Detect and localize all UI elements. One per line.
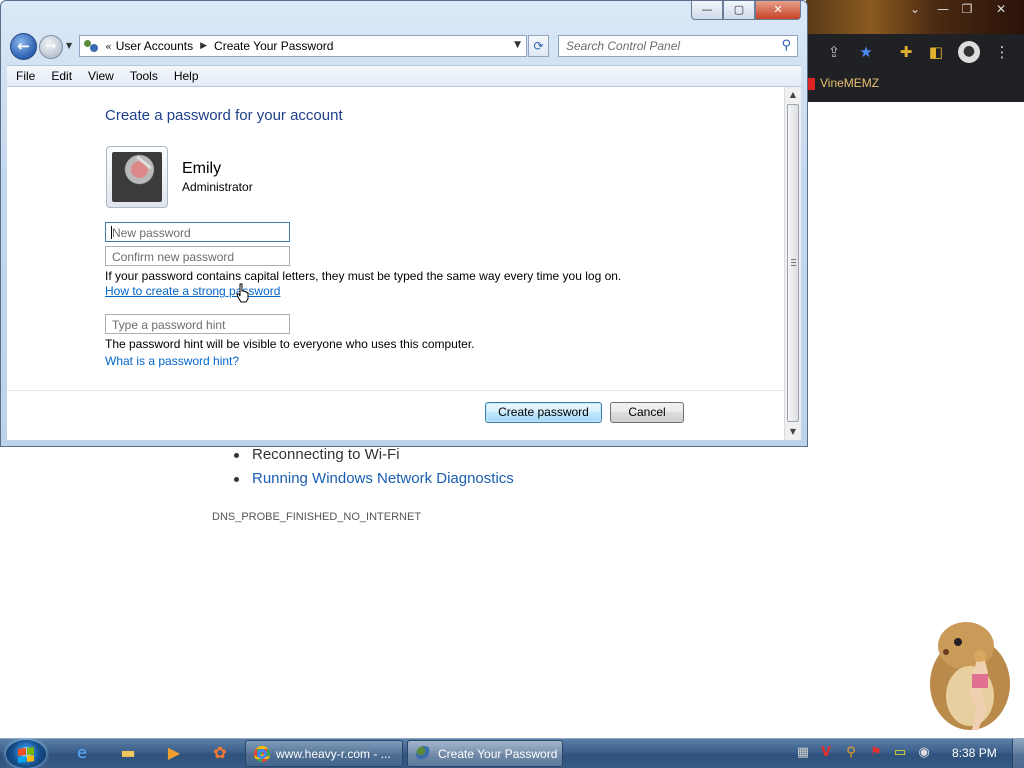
tray-battery-icon[interactable]: ▭ <box>892 745 908 761</box>
browser-close-button[interactable]: ✕ <box>990 2 1012 16</box>
taskbar-item-browser[interactable]: www.heavy-r.com - ... <box>245 740 403 767</box>
strong-password-link[interactable]: How to create a strong password <box>105 284 280 298</box>
breadcrumb-create-your-password[interactable]: Create Your Password <box>214 39 333 53</box>
media-player-icon[interactable]: ▶ <box>162 742 186 764</box>
list-item: Reconnecting to Wi-Fi <box>232 446 514 470</box>
file-explorer-icon[interactable]: ▬ <box>116 742 140 764</box>
profile-avatar-icon[interactable]: ● <box>958 41 980 63</box>
browser-restore-button[interactable]: ❐ <box>956 2 978 16</box>
breadcrumb-user-accounts[interactable]: User Accounts <box>116 39 193 53</box>
address-dropdown-icon[interactable]: ▼ <box>514 40 521 50</box>
browser-minimize-button[interactable]: — <box>932 2 954 16</box>
caps-note: If your password contains capital letter… <box>105 269 622 283</box>
vertical-scrollbar[interactable]: ▲ ▼ <box>784 87 801 440</box>
bookmark-favicon-icon <box>808 78 815 90</box>
show-desktop-button[interactable] <box>1012 739 1024 768</box>
create-password-button[interactable]: Create password <box>485 402 602 423</box>
password-hint-placeholder: Type a password hint <box>112 318 226 332</box>
menu-edit[interactable]: Edit <box>42 69 79 83</box>
caption-buttons: — ▢ ✕ <box>691 1 801 21</box>
chrome-icon <box>254 745 270 762</box>
menu-help[interactable]: Help <box>165 69 206 83</box>
password-hint-field[interactable]: Type a password hint <box>105 314 290 334</box>
footer-divider <box>7 390 784 391</box>
user-role: Administrator <box>182 180 253 194</box>
taskbar-item-label: www.heavy-r.com - ... <box>276 746 391 761</box>
turntable-picture-icon <box>112 152 162 202</box>
hint-note: The password hint will be visible to eve… <box>105 337 475 351</box>
browser-menu-icon[interactable]: ⋮ <box>992 42 1012 62</box>
tray-antivirus-icon[interactable]: V <box>818 745 834 761</box>
user-accounts-icon <box>416 745 432 762</box>
sidepanel-icon[interactable]: ◧ <box>926 42 946 62</box>
taskbar-clock[interactable]: 8:38 PM <box>952 746 997 760</box>
error-code: DNS_PROBE_FINISHED_NO_INTERNET <box>212 511 422 523</box>
scroll-grip-icon <box>791 259 796 266</box>
recent-pages-dropdown-icon[interactable]: ▼ <box>66 41 72 50</box>
confirm-password-field[interactable]: Confirm new password <box>105 246 290 266</box>
breadcrumb-separator-icon[interactable]: ▶ <box>200 41 207 51</box>
taskbar-item-label: Create Your Password <box>438 746 558 761</box>
menu-view[interactable]: View <box>79 69 121 83</box>
internet-explorer-icon[interactable]: e <box>70 742 94 764</box>
tray-network-icon[interactable]: ▦ <box>795 745 811 761</box>
extensions-icon[interactable]: ✚ <box>896 42 916 62</box>
menu-bar: File Edit View Tools Help <box>7 65 801 87</box>
tray-flag-icon[interactable]: ⚑ <box>868 745 884 761</box>
user-name: Emily <box>182 160 222 177</box>
taskbar-item-create-password[interactable]: Create Your Password <box>407 740 563 767</box>
scroll-up-arrow-icon[interactable]: ▲ <box>785 87 801 103</box>
desktop-hamster-mascot <box>930 622 1010 730</box>
password-hint-help-link[interactable]: What is a password hint? <box>105 354 239 368</box>
page-title: Create a password for your account <box>105 107 343 124</box>
troubleshoot-list: Reconnecting to Wi-Fi Running Windows Ne… <box>232 446 514 494</box>
tray-search-icon[interactable]: ⚲ <box>843 745 859 761</box>
scroll-down-arrow-icon[interactable]: ▼ <box>785 424 801 440</box>
close-button[interactable]: ✕ <box>755 1 801 20</box>
refresh-button[interactable]: ⟳ <box>528 35 549 57</box>
maximize-button[interactable]: ▢ <box>723 1 755 20</box>
menu-tools[interactable]: Tools <box>121 69 165 83</box>
windows-logo-icon <box>18 747 34 763</box>
new-password-placeholder: New password <box>112 226 191 240</box>
tray-volume-icon[interactable]: ◉ <box>916 745 932 761</box>
bookmark-vinememz[interactable]: VineMEMZ <box>820 76 879 90</box>
confirm-password-placeholder: Confirm new password <box>112 250 235 264</box>
browser-chevron-down-icon[interactable]: ⌄ <box>904 2 926 16</box>
search-input[interactable]: Search Control Panel ⚲ <box>558 35 798 57</box>
user-avatar <box>106 146 168 208</box>
breadcrumb-overflow-chevron[interactable]: « <box>105 40 112 53</box>
scroll-thumb[interactable] <box>787 104 799 422</box>
search-placeholder: Search Control Panel <box>566 39 681 53</box>
menu-file[interactable]: File <box>7 69 42 83</box>
hand-pointer-cursor-icon <box>236 283 249 303</box>
search-icon[interactable]: ⚲ <box>781 38 791 53</box>
user-accounts-icon <box>83 39 99 53</box>
new-password-field[interactable]: New password <box>105 222 290 242</box>
paint-icon[interactable]: ✿ <box>208 742 232 764</box>
minimize-button[interactable]: — <box>691 1 723 20</box>
back-button[interactable]: ← <box>10 33 37 60</box>
cancel-button[interactable]: Cancel <box>610 402 684 423</box>
bookmark-star-icon[interactable]: ★ <box>856 42 876 62</box>
address-bar[interactable]: « User Accounts ▶ Create Your Password ▼ <box>79 35 527 57</box>
network-diagnostics-link[interactable]: Running Windows Network Diagnostics <box>232 470 514 494</box>
forward-button[interactable]: → <box>39 35 63 59</box>
share-icon[interactable]: ⇪ <box>824 42 844 62</box>
